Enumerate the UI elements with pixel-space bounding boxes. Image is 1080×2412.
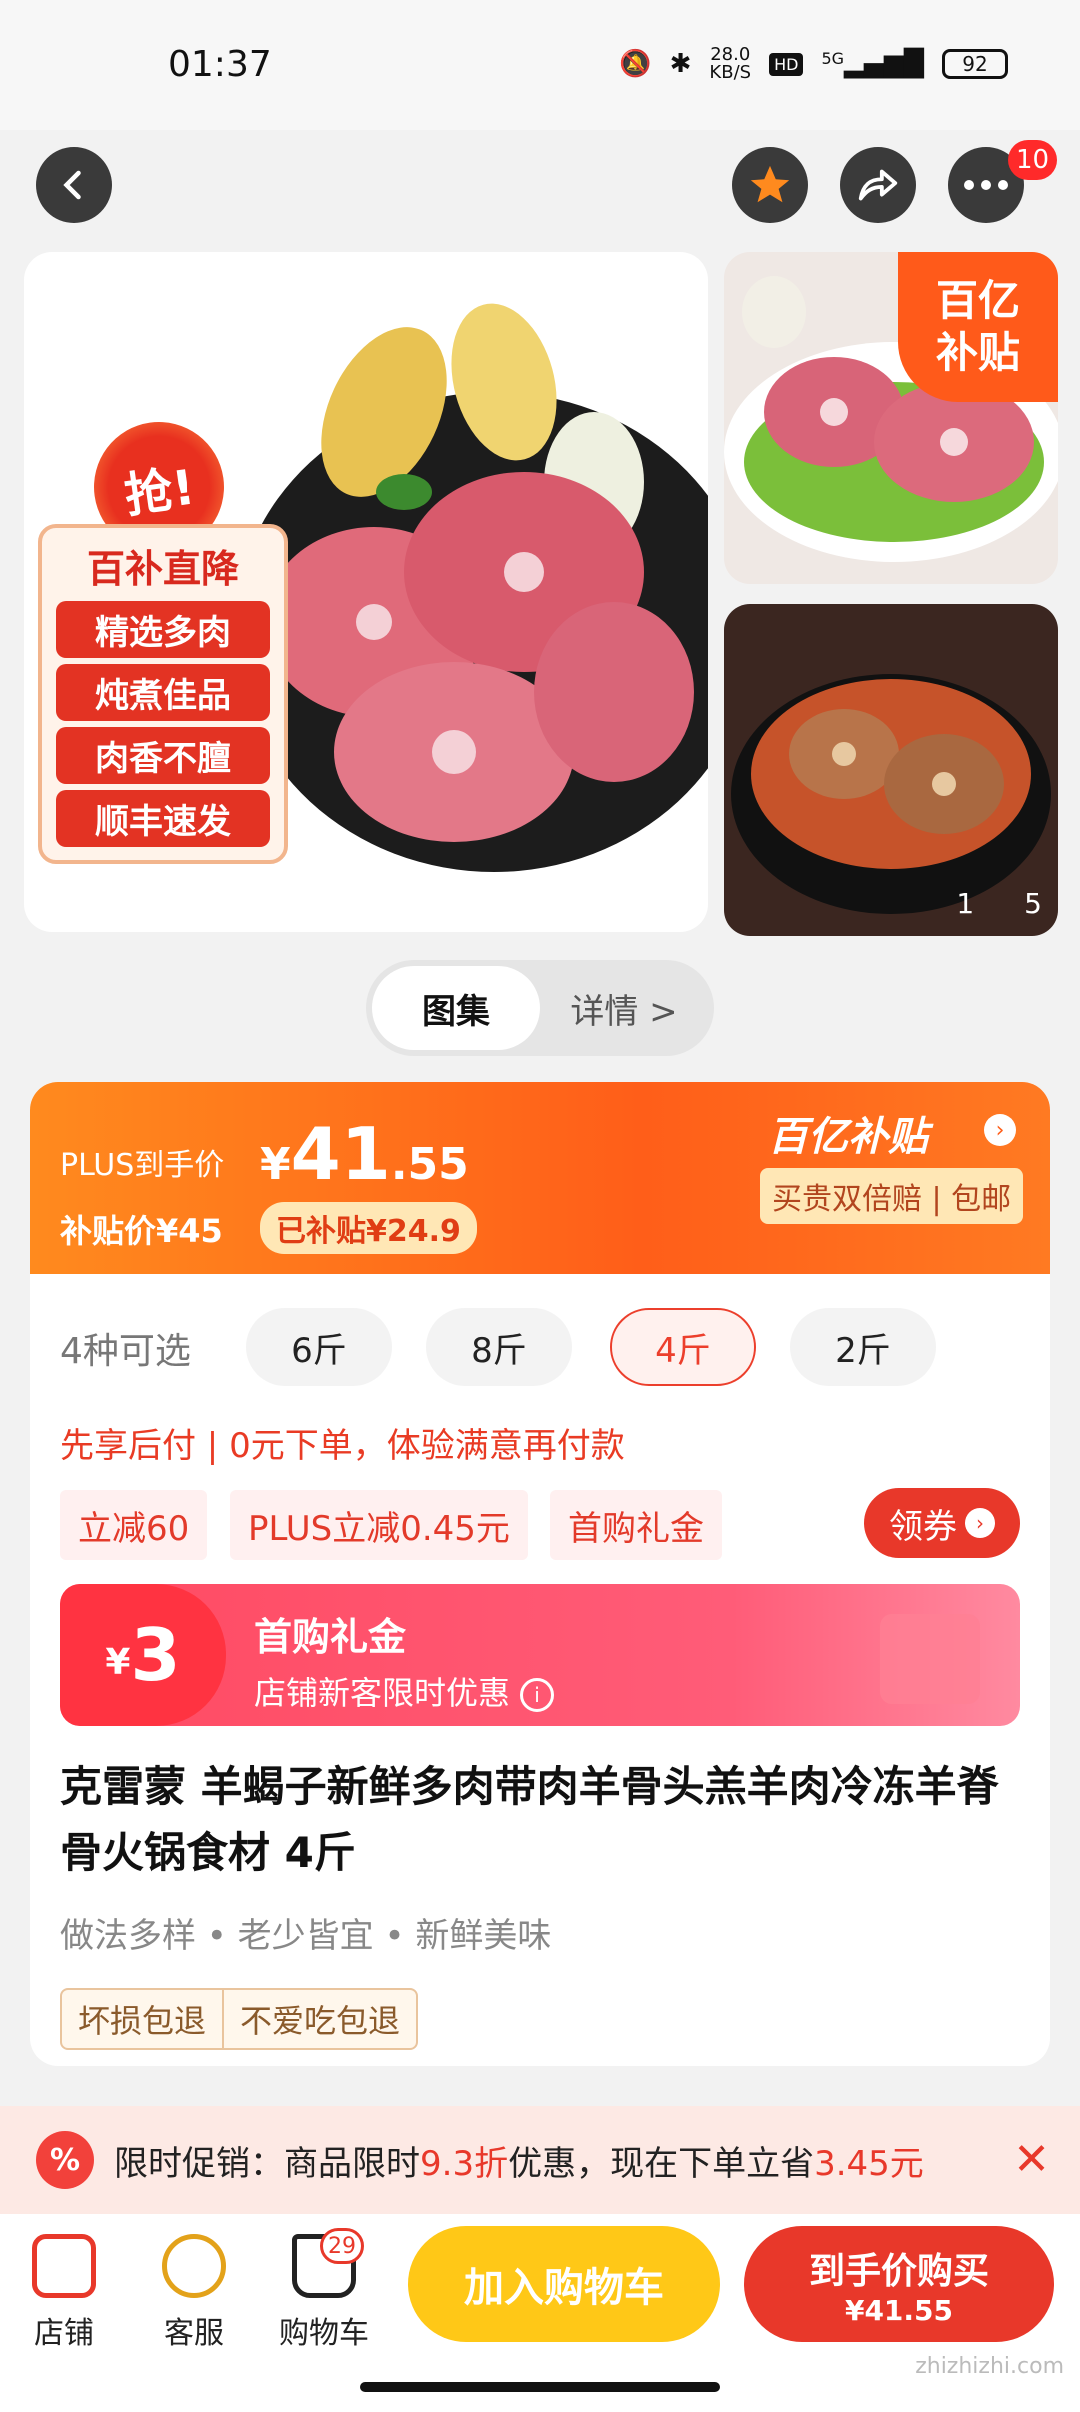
share-icon — [858, 169, 898, 201]
info-icon[interactable]: i — [520, 1678, 555, 1712]
page-indicator: 1 5 — [956, 887, 1042, 920]
service-icon — [162, 2234, 226, 2298]
product-title: 克雷蒙 羊蝎子新鲜多肉带肉羊骨头羔羊肉冷冻羊脊骨火锅食材 4斤 — [60, 1762, 999, 1877]
add-to-cart-button[interactable]: 加入购物车 — [408, 2226, 720, 2342]
promo-tag: 顺丰速发 — [56, 790, 270, 847]
mute-icon: 🔕 — [619, 49, 652, 79]
promo-tag: 精选多肉 — [56, 601, 270, 658]
signal-icon: 5G▂▄▆█ — [821, 49, 924, 79]
gift-amount: ¥3 — [60, 1584, 226, 1726]
status-icons: 🔕 ✱ 28.0 KB/S HD 5G▂▄▆█ 92 — [619, 46, 1008, 82]
net-speed: 28.0 KB/S — [709, 44, 752, 83]
promo-tag: 肉香不膻 — [56, 727, 270, 784]
first-purchase-gift-card[interactable]: ¥3 首购礼金 店铺新客限时优惠 i — [60, 1584, 1020, 1726]
guarantee-tag: 不爱吃包退 — [222, 1990, 416, 2048]
battery-icon: 92 — [942, 49, 1008, 79]
cart-count-badge: 29 — [320, 2228, 364, 2264]
subsidy-logo[interactable]: 百亿补贴 — [768, 1104, 928, 1162]
more-dots-icon — [964, 180, 1008, 190]
gift-box-icon — [880, 1614, 980, 1704]
status-time: 01:37 — [168, 44, 272, 85]
close-icon[interactable]: ✕ — [1013, 2134, 1050, 2185]
coupon-tag: PLUS立减0.45元 — [230, 1490, 528, 1560]
spec-option[interactable]: 8斤 — [426, 1308, 572, 1386]
cart-label: 购物车 — [279, 2316, 369, 2351]
buy-now-label: 到手价购买 — [808, 2250, 989, 2292]
gift-title: 首购礼金 — [254, 1615, 407, 1659]
page-total: 5 — [1024, 887, 1042, 920]
promo-text: 限时促销：商品限时9.3折优惠，现在下单立省3.45元 — [114, 2143, 924, 2184]
page-current: 1 — [956, 887, 975, 920]
watermark: zhizhizhi.com — [915, 2354, 1064, 2379]
tab-gallery[interactable]: 图集 — [372, 966, 540, 1050]
plus-price-label: PLUS到手价 — [60, 1148, 225, 1183]
spec-option[interactable]: 6斤 — [246, 1308, 392, 1386]
promo-panel: 百补直降 精选多肉 炖煮佳品 肉香不膻 顺丰速发 — [38, 524, 288, 864]
gift-subtitle: 店铺新客限时优惠 i — [254, 1668, 555, 1714]
claim-coupon-button[interactable]: 领券 › — [864, 1488, 1020, 1558]
subsidy-price: 补贴价¥45 — [60, 1212, 223, 1250]
coupon-tag: 首购礼金 — [550, 1490, 722, 1560]
shop-button[interactable]: 店铺 — [4, 2234, 124, 2352]
chevron-right-icon: › — [965, 1508, 995, 1538]
share-button[interactable] — [840, 147, 916, 223]
corner-badge-line: 百亿 — [935, 276, 1020, 325]
service-label: 客服 — [164, 2316, 224, 2351]
promo-tag: 炖煮佳品 — [56, 664, 270, 721]
gallery-detail-tabs: 图集 详情 > — [366, 960, 714, 1056]
spec-count-label: 4种可选 — [60, 1331, 191, 1372]
discount-icon: % — [36, 2131, 94, 2189]
back-button[interactable] — [36, 147, 112, 223]
spec-option-selected[interactable]: 4斤 — [610, 1308, 756, 1386]
thumbnail-1[interactable]: 百亿 补贴 — [724, 252, 1058, 584]
spec-option[interactable]: 2斤 — [790, 1308, 936, 1386]
buy-now-price: ¥41.55 — [844, 2293, 954, 2327]
corner-badge-line: 补贴 — [935, 328, 1020, 377]
message-count-badge: 10 — [1008, 140, 1058, 180]
bottom-action-bar: 店铺 客服 购物车 29 加入购物车 到手价购买 ¥41.55 zhizhizh… — [0, 2214, 1080, 2412]
customer-service-button[interactable]: 客服 — [134, 2234, 254, 2352]
home-indicator[interactable] — [360, 2382, 720, 2392]
thumbnail-2[interactable]: 1 5 — [724, 604, 1058, 936]
product-info-card: PLUS到手价 ¥41.55 补贴价¥45 已补贴¥24.9 百亿补贴 › 买贵… — [30, 1082, 1050, 2066]
plus-price: ¥41.55 — [260, 1112, 469, 1196]
chevron-left-icon — [63, 170, 81, 200]
pay-later-note[interactable]: 先享后付 | 0元下单，体验满意再付款 — [60, 1418, 625, 1467]
chevron-right-icon[interactable]: › — [984, 1114, 1016, 1146]
product-features: 做法多样 • 老少皆宜 • 新鲜美味 — [60, 1916, 552, 1956]
tab-detail[interactable]: 详情 > — [540, 966, 708, 1050]
bluetooth-icon: ✱ — [669, 49, 692, 79]
buy-now-button[interactable]: 到手价购买 ¥41.55 — [744, 2226, 1054, 2342]
subsidy-corner-badge: 百亿 补贴 — [898, 252, 1058, 402]
coupon-tag: 立减60 — [60, 1490, 208, 1560]
shop-label: 店铺 — [34, 2316, 94, 2351]
hd-icon: HD — [769, 52, 804, 76]
guarantee-tag: 坏损包退 — [78, 2002, 207, 2040]
service-guarantees: 坏损包退 不爱吃包退 — [60, 1988, 419, 2050]
promo-title: 百补直降 — [86, 547, 239, 591]
limited-promo-bar[interactable]: % 限时促销：商品限时9.3折优惠，现在下单立省3.45元 — [0, 2106, 1080, 2214]
favorite-button[interactable] — [732, 147, 808, 223]
claim-coupon-label: 领券 — [889, 1506, 957, 1547]
star-icon — [750, 165, 790, 203]
price-guarantee: 买贵双倍赔 | 包邮 — [760, 1168, 1024, 1224]
store-icon — [32, 2234, 96, 2298]
subsidy-amount-badge: 已补贴¥24.9 — [260, 1202, 477, 1254]
main-product-image[interactable]: 抢! 百补直降 精选多肉 炖煮佳品 肉香不膻 顺丰速发 — [24, 252, 708, 932]
